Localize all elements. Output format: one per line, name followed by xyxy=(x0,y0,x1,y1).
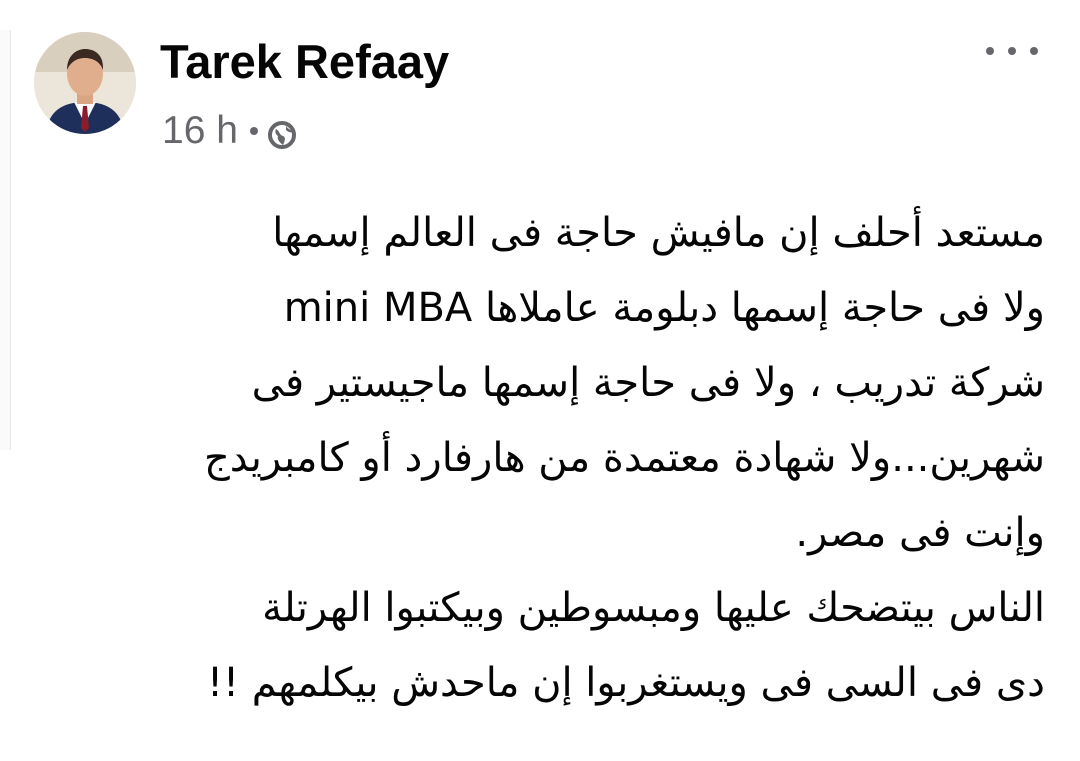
separator-dot xyxy=(249,127,258,135)
avatar[interactable] xyxy=(34,32,136,134)
post-meta: 16 h xyxy=(162,106,297,156)
author-name[interactable]: Tarek Refaay xyxy=(160,34,449,90)
more-options-icon[interactable] xyxy=(986,36,1038,66)
more-dot xyxy=(1008,47,1016,55)
post-line: مستعد أحلف إن مافيش حاجة فى العالم إسمها xyxy=(272,210,1045,256)
avatar-photo xyxy=(34,32,136,134)
post-line: دى فى السى فى ويستغربوا إن ماحدش بيكلمهم… xyxy=(206,660,1045,706)
post-timestamp[interactable]: 16 h xyxy=(162,109,238,153)
post-line: وإنت فى مصر. xyxy=(795,510,1045,556)
post-line: ولا فى حاجة إسمها دبلومة عاملاها mini MB… xyxy=(283,285,1045,331)
globe-icon[interactable] xyxy=(267,116,297,149)
post-line: شهرين...ولا شهادة معتمدة من هارفارد أو ك… xyxy=(203,435,1045,481)
more-dot xyxy=(1030,47,1038,55)
post-text: مستعد أحلف إن مافيش حاجة فى العالم إسمها… xyxy=(60,196,1045,721)
feed-left-edge xyxy=(0,30,11,450)
more-dot xyxy=(986,47,994,55)
post-line: شركة تدريب ، ولا فى حاجة إسمها ماجيستير … xyxy=(251,360,1045,406)
post-line: الناس بيتضحك عليها ومبسوطين وبيكتبوا اله… xyxy=(262,585,1045,631)
